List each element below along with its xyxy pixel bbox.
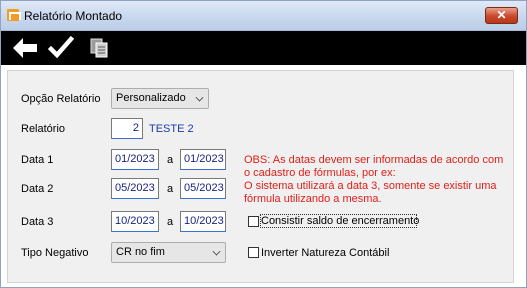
data1-to-input[interactable]: 01/2023 (180, 149, 226, 170)
inverter-label[interactable]: Inverter Natureza Contábil (261, 247, 389, 259)
relatorio-name: TESTE 2 (149, 123, 194, 135)
chevron-down-icon (195, 93, 204, 102)
data1-from-input[interactable]: 01/2023 (111, 149, 159, 170)
data3-to-input[interactable]: 10/2023 (180, 211, 226, 232)
copy-pages-icon[interactable] (87, 35, 111, 61)
tipo-negativo-value: CR no fim (116, 246, 165, 258)
inverter-checkbox[interactable] (248, 247, 259, 258)
obs-line-4: fórmula utilizando a mesma. (244, 193, 382, 205)
data1-separator: a (167, 154, 174, 166)
content-area: Opção Relatório Personalizado Relatório … (1, 65, 526, 287)
close-button[interactable]: ✕ (485, 7, 518, 24)
opcao-relatorio-label: Opção Relatório (21, 93, 101, 105)
opcao-relatorio-select[interactable]: Personalizado (111, 88, 209, 109)
tipo-negativo-select[interactable]: CR no fim (111, 242, 226, 263)
obs-note: OBS: As datas devem ser informadas de ac… (244, 154, 509, 206)
checkmark-icon[interactable] (48, 35, 74, 61)
data1-label: Data 1 (21, 154, 54, 166)
data2-from-input[interactable]: 05/2023 (111, 178, 159, 199)
title-bar[interactable]: Relatório Montado ✕ (1, 1, 526, 31)
options-panel: Opção Relatório Personalizado Relatório … (7, 70, 514, 283)
data3-from-input[interactable]: 10/2023 (111, 211, 159, 232)
obs-line-1: OBS: As datas devem ser informadas de ac… (244, 154, 504, 166)
relatorio-number-input[interactable]: 2 (111, 118, 143, 139)
data2-separator: a (167, 183, 174, 195)
report-window: Relatório Montado ✕ Opção Relatório Pers… (0, 0, 527, 288)
obs-line-2: o cadastro de fórmulas, por ex: (244, 167, 396, 179)
toolbar (1, 31, 526, 65)
data3-label: Data 3 (21, 216, 54, 228)
data2-label: Data 2 (21, 183, 54, 195)
window-title: Relatório Montado (24, 9, 123, 23)
data2-to-input[interactable]: 05/2023 (180, 178, 226, 199)
chevron-down-icon (212, 247, 221, 256)
opcao-relatorio-value: Personalizado (116, 92, 186, 104)
consistir-label[interactable]: Consistir saldo de encerramento (261, 215, 419, 227)
obs-line-3: O sistema utilizará a data 3, somente se… (244, 180, 497, 192)
consistir-checkbox[interactable] (248, 216, 259, 227)
app-icon (7, 9, 21, 21)
back-arrow-icon[interactable] (11, 35, 39, 61)
tipo-negativo-label: Tipo Negativo (21, 247, 89, 259)
relatorio-label: Relatório (21, 123, 66, 135)
data3-separator: a (167, 216, 174, 228)
